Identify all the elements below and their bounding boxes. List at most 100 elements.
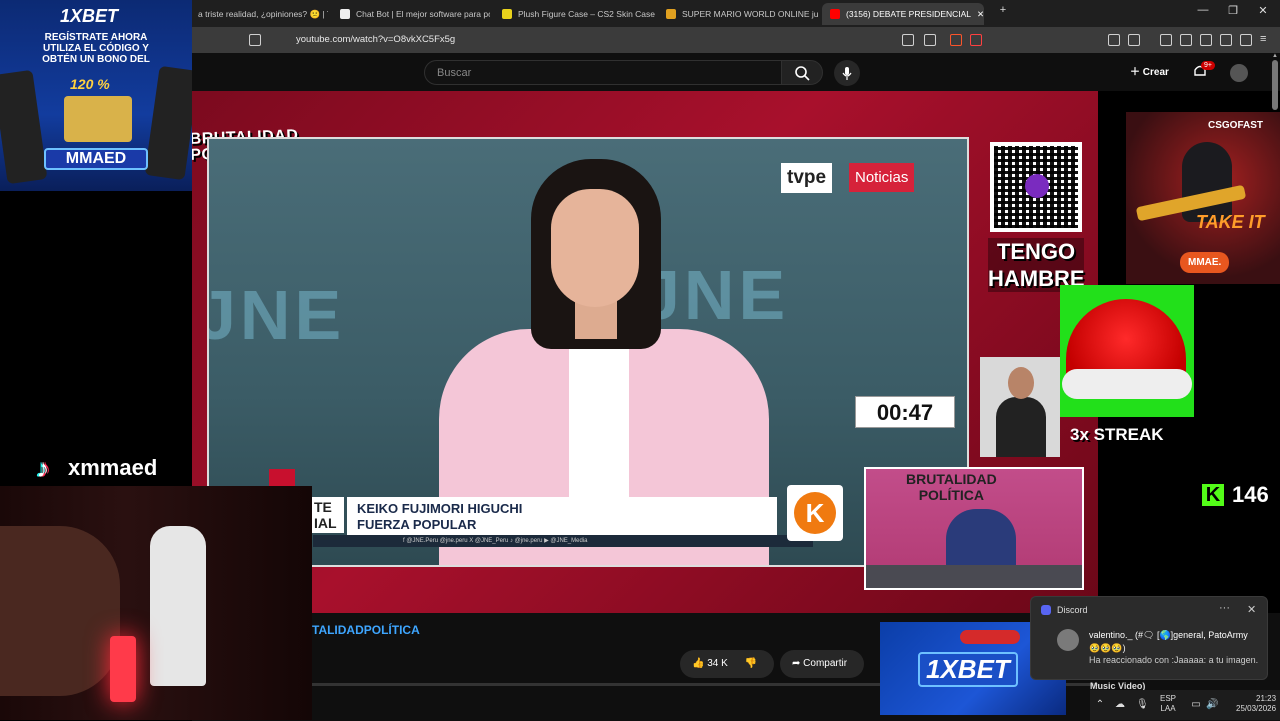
mic-icon xyxy=(842,67,852,80)
gaming-chair xyxy=(150,526,206,686)
hashtag-link[interactable]: TALIDADPOLÍTICA xyxy=(312,623,420,637)
browser-tab-active[interactable]: (3156) DEBATE PRESIDENCIAL ✕ xyxy=(822,3,984,25)
new-tab-button[interactable]: + xyxy=(988,4,1018,16)
youtube-icon xyxy=(830,9,840,19)
discord-message-body: Ha reaccionado con :Jaaaaa: a tu imagen. xyxy=(1089,655,1259,665)
jne-watermark-right: JNE xyxy=(641,256,790,334)
chevron-up-icon[interactable]: ⌃ xyxy=(1094,699,1106,711)
url-field[interactable]: youtube.com/watch?v=O8vkXC5Fx5g xyxy=(270,31,990,49)
share-button[interactable]: ➦ Compartir xyxy=(780,650,864,678)
csgofast-headline: TAKE IT xyxy=(1196,212,1265,232)
extensions-icon[interactable] xyxy=(1108,34,1120,46)
dislike-icon[interactable]: 👎 xyxy=(745,658,757,669)
youtube-header: Buscar ＋ Crear 9+ xyxy=(192,53,1280,91)
browser-tab-4[interactable]: SUPER MARIO WORLD ONLINE jueg xyxy=(658,3,818,25)
layout-code: LAA xyxy=(1160,704,1176,713)
side-tag: TE IAL xyxy=(312,497,344,533)
phone-graphic-left xyxy=(0,69,48,185)
phone-graphic-right xyxy=(144,65,192,181)
debate-timer: 00:47 xyxy=(855,396,955,428)
share-icon[interactable] xyxy=(924,34,936,46)
interpreter-body xyxy=(996,397,1046,457)
discord-notification[interactable]: Discord ··· ✕ valentino._ (#🗨 [🌎]general… xyxy=(1030,596,1268,680)
1xbet-promo-ad[interactable]: 1XBET REGÍSTRATE AHORA UTILIZA EL CÓDIGO… xyxy=(0,0,192,191)
promo-code: MMAED xyxy=(44,148,148,170)
csgofast-ad[interactable]: CSGOFAST TAKE IT MMAE. xyxy=(1126,112,1280,284)
language-code: ESP xyxy=(1160,694,1177,703)
menu-icon[interactable]: ≡ xyxy=(1260,34,1272,46)
system-tray: ⌃ ☁ 🎙 ESP LAA ▭ 🔊 21:23 25/03/2026 xyxy=(1090,690,1280,720)
candidate-party: FUERZA POPULAR xyxy=(357,517,477,532)
leo-ai-icon[interactable] xyxy=(1220,34,1232,46)
vpn-icon[interactable] xyxy=(1240,34,1252,46)
clock[interactable]: 21:23 25/03/2026 xyxy=(1236,694,1276,714)
screenshot-icon[interactable] xyxy=(1128,34,1140,46)
yape-icon xyxy=(1025,174,1049,198)
like-button[interactable]: 👍 34 K xyxy=(692,658,728,669)
debate-video-frame[interactable]: JNE JNE tvpe Noticias TE IAL KEIKO FUJIM… xyxy=(207,137,969,567)
studio-inset-camera: BRUTALIDAD POLÍTICA xyxy=(864,467,1084,590)
tab-title: Plush Figure Case – CS2 Skin Case Op xyxy=(518,9,656,19)
account-avatar[interactable] xyxy=(1230,64,1248,82)
clock-time: 21:23 xyxy=(1256,694,1277,703)
voice-search-button[interactable] xyxy=(834,60,860,86)
csgofast-code: MMAE. xyxy=(1180,252,1230,273)
mic-tray-icon[interactable]: 🎙 xyxy=(1136,699,1149,711)
fuerza-popular-logo: K xyxy=(787,485,843,541)
promo-percent: 120 % xyxy=(70,76,110,92)
rewards-icon[interactable] xyxy=(970,34,982,46)
network-icon[interactable]: ▭ xyxy=(1190,699,1202,711)
browser-tab-1[interactable]: a triste realidad, ¿opiniones? 😕 | Ti xyxy=(190,3,328,25)
close-window-button[interactable]: ✕ xyxy=(1248,4,1278,17)
noticias-logo: Noticias xyxy=(849,163,915,192)
k-logo-text: K xyxy=(794,492,836,534)
discord-header: Discord xyxy=(1041,605,1088,615)
discord-icon xyxy=(1041,605,1051,615)
search-icon xyxy=(795,66,810,81)
sign-language-interpreter xyxy=(980,357,1060,457)
tiktok-handle-overlay: ♪ xmmaed xyxy=(28,452,158,484)
gift-box-icon xyxy=(64,96,132,142)
bookmark-icon[interactable] xyxy=(249,34,261,46)
volume-icon[interactable]: 🔊 xyxy=(1206,699,1218,711)
crown-icon xyxy=(666,9,676,19)
browser-tab-bar: a triste realidad, ¿opiniones? 😕 | Ti Ch… xyxy=(0,0,1280,27)
search-button[interactable] xyxy=(781,60,823,85)
clock-date: 25/03/2026 xyxy=(1236,704,1277,713)
brave-shield-icon[interactable] xyxy=(950,34,962,46)
plush-case-icon xyxy=(502,9,512,19)
promo-text: REGÍSTRATE AHORA UTILIZA EL CÓDIGO Y OBT… xyxy=(42,32,150,65)
discord-user-avatar xyxy=(1057,629,1079,651)
cloud-icon[interactable]: ☁ xyxy=(1114,699,1126,711)
kick-icon: K xyxy=(1202,484,1224,506)
tvpe-logo: tvpe xyxy=(781,163,833,193)
address-bar: youtube.com/watch?v=O8vkXC5Fx5g ≡ xyxy=(0,27,1280,53)
sidebar-icon[interactable] xyxy=(1180,34,1192,46)
tiktok-icon: ♪ xyxy=(36,453,50,483)
interpreter-head xyxy=(1008,367,1034,399)
candidate-name: KEIKO FUJIMORI HIGUCHI xyxy=(357,501,523,516)
qr-caption: TENGO HAMBRE xyxy=(988,238,1085,292)
create-button[interactable]: ＋ Crear xyxy=(1130,63,1169,78)
like-dislike-group: 👍 34 K 👎 xyxy=(680,650,774,678)
music-icon[interactable] xyxy=(1160,34,1172,46)
discord-message-sender: valentino._ (#🗨 [🌎]general, PatoArmy xyxy=(1089,630,1248,640)
page-scrollbar[interactable] xyxy=(1272,60,1278,110)
install-app-icon[interactable] xyxy=(902,34,914,46)
tab-title: SUPER MARIO WORLD ONLINE jueg xyxy=(682,9,818,19)
restore-button[interactable]: ❐ xyxy=(1218,4,1248,17)
tab-close-icon[interactable]: ✕ xyxy=(977,9,984,20)
search-input[interactable]: Buscar xyxy=(424,60,782,85)
minimize-button[interactable]: — xyxy=(1188,4,1218,16)
scroll-up-arrow-icon[interactable]: ▲ xyxy=(1272,53,1279,59)
browser-tab-3[interactable]: Plush Figure Case – CS2 Skin Case Op xyxy=(494,3,656,25)
santa-hat-fur xyxy=(1062,369,1192,399)
notification-more-button[interactable]: ··· xyxy=(1219,602,1230,614)
input-language[interactable]: ESP LAA xyxy=(1160,694,1176,714)
like-count: 34 K xyxy=(707,658,728,669)
tiktok-handle: xmmaed xyxy=(68,455,158,480)
browser-tab-2[interactable]: Chat Bot | El mejor software para po xyxy=(332,3,490,25)
notification-close-button[interactable]: ✕ xyxy=(1247,603,1256,616)
discord-app-name: Discord xyxy=(1057,605,1088,615)
wallet-icon[interactable] xyxy=(1200,34,1212,46)
